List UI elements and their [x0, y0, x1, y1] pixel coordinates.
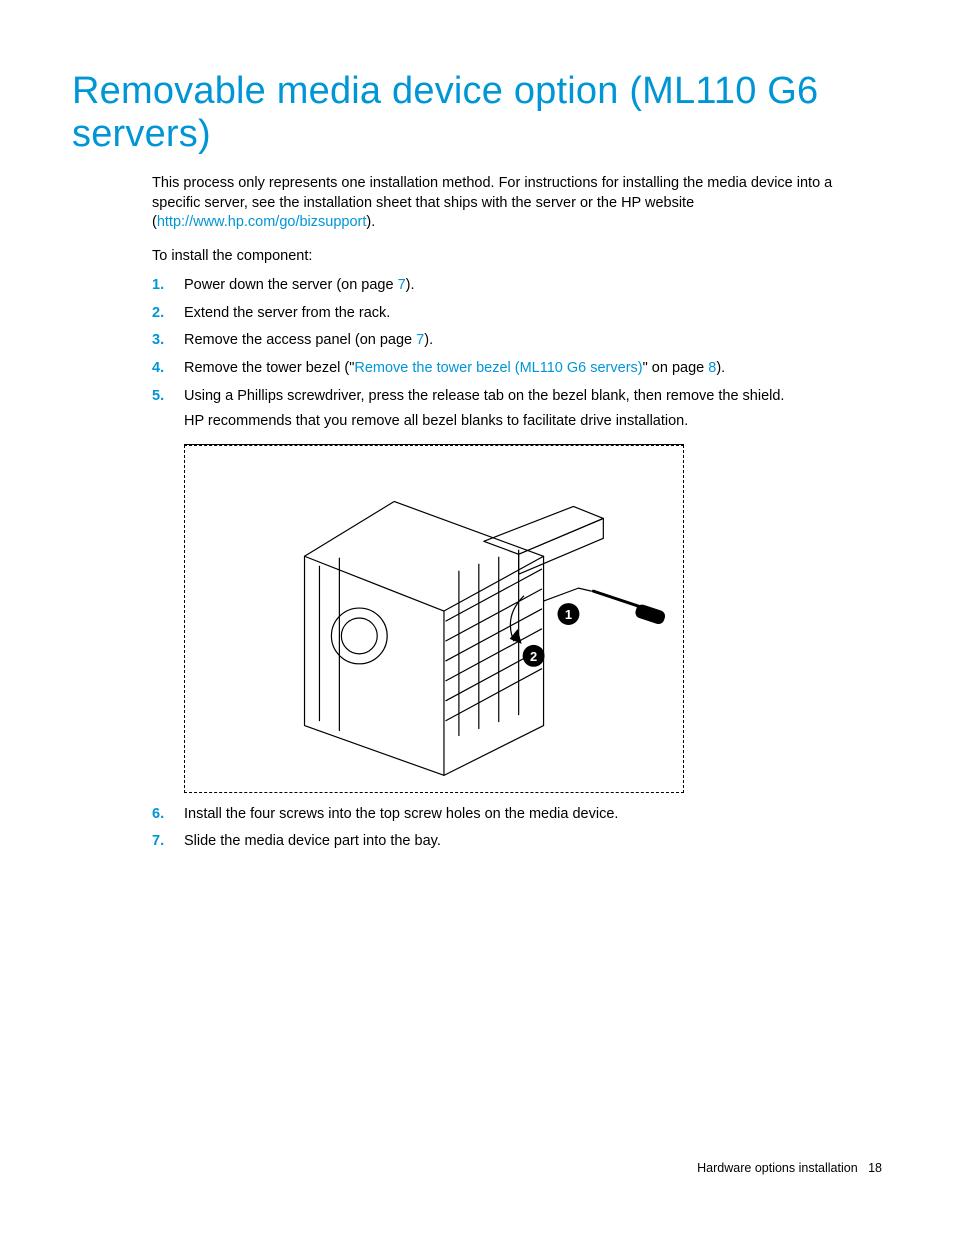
- step-number: 4.: [152, 359, 164, 379]
- step-text-tail: ).: [406, 277, 415, 293]
- figure-container: 1 2: [184, 444, 684, 793]
- step-text-tail: ).: [716, 360, 725, 376]
- step-number: 7.: [152, 832, 164, 852]
- crossref-link[interactable]: Remove the tower bezel (ML110 G6 servers…: [354, 360, 642, 376]
- step-text: Slide the media device part into the bay…: [184, 833, 441, 849]
- bizsupport-link[interactable]: http://www.hp.com/go/bizsupport: [157, 214, 367, 230]
- callout-2: 2: [530, 648, 537, 663]
- step-text: Install the four screws into the top scr…: [184, 806, 618, 822]
- step-2: 2. Extend the server from the rack.: [152, 304, 882, 324]
- step-number: 5.: [152, 387, 164, 407]
- step-7: 7. Slide the media device part into the …: [152, 832, 882, 852]
- intro-tail: ).: [366, 214, 375, 230]
- step-5: 5. Using a Phillips screwdriver, press t…: [152, 387, 882, 793]
- step-text: Power down the server (on page: [184, 277, 398, 293]
- step-number: 1.: [152, 276, 164, 296]
- footer-section: Hardware options installation: [697, 1161, 858, 1175]
- step-6: 6. Install the four screws into the top …: [152, 805, 882, 825]
- step-4: 4. Remove the tower bezel ("Remove the t…: [152, 359, 882, 379]
- step-text-tail: ).: [424, 332, 433, 348]
- page-footer: Hardware options installation 18: [697, 1161, 882, 1175]
- step-subtext: HP recommends that you remove all bezel …: [184, 412, 882, 432]
- step-text: Extend the server from the rack.: [184, 305, 390, 321]
- step-3: 3. Remove the access panel (on page 7).: [152, 331, 882, 351]
- step-number: 6.: [152, 805, 164, 825]
- callout-1: 1: [565, 607, 572, 622]
- step-number: 3.: [152, 331, 164, 351]
- intro-paragraph: This process only represents one install…: [152, 174, 882, 233]
- page-title: Removable media device option (ML110 G6 …: [72, 70, 882, 156]
- server-illustration: 1 2: [184, 445, 684, 793]
- step-text: Using a Phillips screwdriver, press the …: [184, 388, 784, 404]
- page-ref-link[interactable]: 7: [398, 277, 406, 293]
- footer-page-number: 18: [868, 1161, 882, 1175]
- server-svg: 1 2: [185, 446, 683, 792]
- step-text: Remove the access panel (on page: [184, 332, 416, 348]
- step-1: 1. Power down the server (on page 7).: [152, 276, 882, 296]
- step-text: Remove the tower bezel (": [184, 360, 354, 376]
- install-label: To install the component:: [152, 247, 882, 267]
- step-text-mid: " on page: [643, 360, 709, 376]
- step-number: 2.: [152, 304, 164, 324]
- install-steps-list: 1. Power down the server (on page 7). 2.…: [152, 276, 882, 852]
